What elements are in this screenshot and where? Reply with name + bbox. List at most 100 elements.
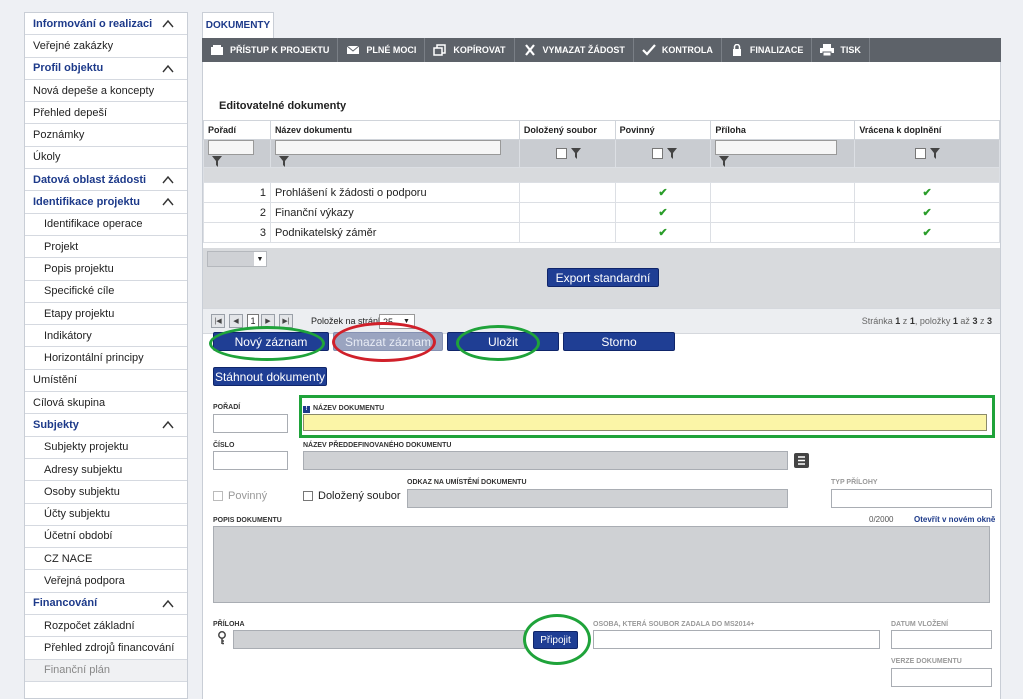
filter-funnel-icon[interactable] bbox=[930, 148, 941, 160]
sidebar-item[interactable]: Cílová skupina bbox=[25, 392, 187, 415]
list-icon[interactable] bbox=[794, 453, 809, 468]
print-button[interactable]: TISK bbox=[812, 38, 870, 62]
typ-prilohy-input[interactable] bbox=[831, 489, 992, 508]
sidebar-item[interactable]: Financování bbox=[25, 592, 187, 616]
column-header-povinny[interactable]: Povinný bbox=[614, 120, 712, 140]
finalize-button[interactable]: FINALIZACE bbox=[722, 38, 813, 62]
last-page-icon[interactable]: ▶| bbox=[279, 314, 293, 328]
current-page-input[interactable]: 1 bbox=[247, 314, 259, 328]
sidebar-item-label: Subjekty bbox=[33, 418, 79, 431]
documents-panel: Editovatelné dokumenty Pořadí Název doku… bbox=[202, 62, 1001, 699]
sidebar-item[interactable]: Identifikace projektu bbox=[25, 191, 187, 214]
sidebar-item[interactable]: Umístění bbox=[25, 370, 187, 393]
new-record-button[interactable]: Nový záznam bbox=[213, 332, 329, 351]
sidebar-item[interactable]: Veřejné zakázky bbox=[25, 35, 187, 58]
sidebar-item[interactable]: Osoby subjektu bbox=[25, 481, 187, 504]
sidebar-item[interactable]: Indikátory bbox=[25, 325, 187, 348]
filter-checkbox-vracena[interactable] bbox=[915, 148, 927, 160]
povinny-checkbox[interactable]: Povinný bbox=[213, 490, 267, 502]
sidebar-item[interactable]: Datová oblast žádosti bbox=[25, 169, 187, 192]
cell-nazev: Podnikatelský záměr bbox=[269, 222, 520, 243]
filter-funnel-icon[interactable] bbox=[570, 148, 581, 160]
sidebar-item[interactable]: Specifické cíle bbox=[25, 281, 187, 303]
osoba-input[interactable] bbox=[593, 630, 880, 649]
odkaz-input[interactable] bbox=[407, 489, 788, 508]
sidebar-item[interactable]: Finanční plán bbox=[25, 659, 187, 682]
poradi-input[interactable] bbox=[213, 414, 288, 433]
sidebar-item[interactable]: Informování o realizaci bbox=[25, 13, 187, 36]
filter-input-poradi[interactable] bbox=[208, 140, 254, 155]
popis-textarea[interactable] bbox=[213, 526, 990, 603]
sidebar-item[interactable]: Přehled zdrojů financování bbox=[25, 637, 187, 660]
table-header-row: Pořadí Název dokumentu Doložený soubor P… bbox=[203, 120, 1000, 140]
filter-checkbox-dolozeny[interactable] bbox=[555, 148, 567, 160]
sidebar-item[interactable]: Nová depeše a koncepty bbox=[25, 80, 187, 103]
sidebar-item[interactable]: Identifikace operace bbox=[25, 214, 187, 236]
export-standard-button[interactable]: Export standardní bbox=[547, 268, 659, 287]
attach-button[interactable]: Připojit bbox=[533, 631, 578, 649]
chevron-up-icon[interactable] bbox=[161, 195, 175, 209]
predef-input[interactable] bbox=[303, 451, 788, 470]
access-project-button[interactable]: PŘÍSTUP K PROJEKTU bbox=[202, 38, 339, 62]
column-header-poradi[interactable]: Pořadí bbox=[203, 120, 271, 140]
next-page-icon[interactable]: ▶ bbox=[261, 314, 275, 328]
sidebar-item[interactable]: Veřejná podpora bbox=[25, 570, 187, 593]
sidebar-item[interactable]: Subjekty projektu bbox=[25, 437, 187, 459]
filter-funnel-icon[interactable] bbox=[212, 155, 222, 167]
filter-funnel-icon[interactable] bbox=[278, 155, 289, 167]
sidebar-item[interactable]: Popis projektu bbox=[25, 258, 187, 281]
sidebar-item[interactable]: Adresy subjektu bbox=[25, 459, 187, 482]
table-row[interactable]: 3 Podnikatelský záměr ✔ ✔ bbox=[203, 222, 1000, 243]
tab-dokumenty[interactable]: DOKUMENTY bbox=[202, 12, 274, 38]
column-header-nazev[interactable]: Název dokumentu bbox=[269, 120, 520, 140]
filter-input-priloha[interactable] bbox=[715, 140, 838, 155]
table-row[interactable]: 2 Finanční výkazy ✔ ✔ bbox=[203, 202, 1000, 223]
delete-application-button[interactable]: VYMAZAT ŽÁDOST bbox=[515, 38, 634, 62]
copy-button[interactable]: KOPÍROVAT bbox=[425, 38, 515, 62]
chevron-up-icon[interactable] bbox=[161, 418, 175, 432]
sidebar-item[interactable]: CZ NACE bbox=[25, 548, 187, 571]
dolozeny-checkbox[interactable]: Doložený soubor bbox=[303, 490, 401, 502]
sidebar-item[interactable]: Projekt bbox=[25, 236, 187, 259]
prev-page-icon[interactable]: ◀ bbox=[229, 314, 243, 328]
sidebar-item[interactable]: Etapy projektu bbox=[25, 303, 187, 326]
per-page-select[interactable]: 25 ▼ bbox=[379, 314, 415, 329]
filter-checkbox-povinny[interactable] bbox=[651, 148, 663, 160]
filter-funnel-icon[interactable] bbox=[666, 148, 677, 160]
sidebar-item[interactable]: Přehled depeší bbox=[25, 102, 187, 125]
table-row[interactable]: 1 Prohlášení k žádosti o podporu ✔ ✔ bbox=[203, 182, 1000, 203]
sidebar-item[interactable]: Úkoly bbox=[25, 147, 187, 170]
sidebar-item[interactable]: Subjekty bbox=[25, 414, 187, 437]
column-header-dolozeny[interactable]: Doložený soubor bbox=[518, 120, 616, 140]
chevron-up-icon[interactable] bbox=[161, 597, 175, 611]
sidebar-item[interactable]: Účetní období bbox=[25, 526, 187, 549]
power-of-attorney-button[interactable]: PLNÉ MOCI bbox=[338, 38, 426, 62]
table-spacer bbox=[203, 167, 1000, 183]
sidebar-item[interactable]: Horizontální principy bbox=[25, 347, 187, 370]
filter-input-nazev[interactable] bbox=[274, 140, 501, 155]
sidebar-item[interactable]: Účty subjektu bbox=[25, 504, 187, 526]
delete-record-button[interactable]: Smazat záznam bbox=[333, 332, 443, 351]
chevron-up-icon[interactable] bbox=[161, 17, 175, 31]
nazev-dokumentu-input[interactable] bbox=[303, 414, 987, 431]
grid-page-selector[interactable]: ▼ bbox=[207, 251, 267, 267]
download-documents-button[interactable]: Stáhnout dokumenty bbox=[213, 367, 327, 386]
cancel-button[interactable]: Storno bbox=[563, 332, 675, 351]
chevron-up-icon[interactable] bbox=[161, 173, 175, 187]
save-button[interactable]: Uložit bbox=[447, 332, 559, 351]
open-new-window-link[interactable]: Otevřít v novém okně bbox=[914, 515, 995, 524]
priloha-input[interactable] bbox=[233, 630, 525, 649]
verze-input[interactable] bbox=[891, 668, 992, 687]
first-page-icon[interactable]: |◀ bbox=[211, 314, 225, 328]
popis-label: POPIS DOKUMENTU bbox=[213, 517, 282, 524]
datum-vlozeni-input[interactable] bbox=[891, 630, 992, 649]
filter-funnel-icon[interactable] bbox=[719, 155, 730, 167]
column-header-vracena[interactable]: Vrácena k doplnění bbox=[854, 120, 1000, 140]
sidebar-item[interactable]: Poznámky bbox=[25, 124, 187, 147]
check-button[interactable]: KONTROLA bbox=[634, 38, 722, 62]
column-header-priloha[interactable]: Příloha bbox=[710, 120, 856, 140]
sidebar-item[interactable]: Profil objektu bbox=[25, 57, 187, 80]
cislo-input[interactable] bbox=[213, 451, 288, 470]
chevron-up-icon[interactable] bbox=[161, 62, 175, 76]
sidebar-item[interactable]: Rozpočet základní bbox=[25, 615, 187, 638]
